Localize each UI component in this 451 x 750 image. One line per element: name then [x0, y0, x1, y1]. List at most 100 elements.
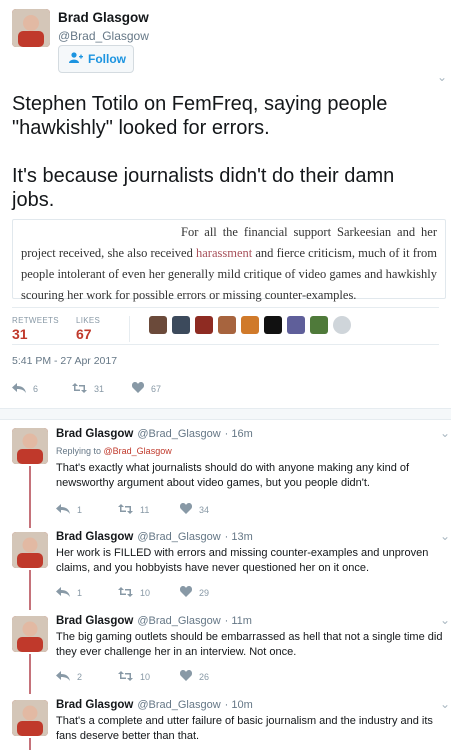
retweets-count[interactable]: 31 [12, 326, 28, 342]
reply-time[interactable]: · 13m [225, 531, 253, 543]
heart-icon [179, 670, 193, 683]
reply-actions: 1 10 29 [56, 586, 242, 599]
tweet-actions: 6 31 67 [12, 382, 192, 395]
quoted-article-image[interactable]: For all the financial support Sarkeesian… [12, 219, 446, 302]
reply-chevron-down-icon[interactable]: ⌄ [440, 613, 450, 627]
retweet-icon [118, 670, 133, 683]
reply-button[interactable]: 1 [56, 586, 118, 599]
liker-avatar[interactable] [149, 316, 167, 334]
reply-author-handle[interactable]: @Brad_Glasgow [137, 699, 220, 711]
tweet-timestamp[interactable]: 5:41 PM - 27 Apr 2017 [12, 355, 117, 367]
liker-avatar[interactable] [333, 316, 351, 334]
like-button[interactable]: 26 [179, 670, 242, 683]
reply-count: 1 [77, 587, 83, 598]
retweet-button[interactable]: 10 [118, 670, 180, 683]
quote-highlight: harassment [196, 246, 253, 260]
likes-label: LIKES [76, 316, 101, 325]
like-button[interactable]: 67 [131, 382, 192, 395]
liker-avatar[interactable] [241, 316, 259, 334]
reply-text-line: fans deserve better than that. [56, 730, 200, 742]
heart-icon [179, 586, 193, 599]
reply-count: 2 [77, 671, 83, 682]
reply-avatar[interactable] [12, 532, 48, 568]
more-chevron-down-icon[interactable]: ⌄ [437, 70, 447, 84]
reply-chevron-down-icon[interactable]: ⌄ [440, 529, 450, 543]
reply-text-line: That's a complete and utter failure of b… [56, 715, 433, 727]
tweet-text-line: "hawkishly" looked for errors. [12, 117, 270, 139]
follow-label: Follow [88, 52, 126, 66]
retweet-button[interactable]: 10 [118, 586, 180, 599]
reply-actions: 1 11 34 [56, 503, 242, 516]
reply-icon [56, 503, 70, 516]
reply-actions: 2 10 26 [56, 670, 242, 683]
liker-avatar[interactable] [172, 316, 190, 334]
thread-connector [29, 654, 31, 694]
thread-connector [29, 738, 31, 750]
reply-text-line: That's exactly what journalists should d… [56, 462, 410, 474]
like-button[interactable]: 29 [179, 586, 242, 599]
reply-author-name[interactable]: Brad Glasgow [56, 699, 133, 711]
reply-button[interactable]: 2 [56, 670, 118, 683]
like-count: 29 [199, 587, 210, 598]
like-count: 67 [151, 383, 162, 394]
retweet-count: 31 [94, 383, 105, 394]
reply-text-line: Her work is FILLED with errors and missi… [56, 547, 429, 559]
follow-button[interactable]: Follow [58, 45, 134, 73]
section-separator [0, 408, 451, 420]
like-count: 34 [199, 504, 210, 515]
liker-avatar[interactable] [264, 316, 282, 334]
like-button[interactable]: 34 [179, 503, 242, 516]
retweet-button[interactable]: 11 [118, 503, 180, 516]
reply-time[interactable]: · 10m [225, 699, 253, 711]
liker-avatar[interactable] [195, 316, 213, 334]
reply-header: Brad Glasgow @Brad_Glasgow · 13m [56, 531, 253, 543]
author-handle[interactable]: @Brad_Glasgow [58, 29, 149, 43]
liker-avatar[interactable] [218, 316, 236, 334]
reply-icon [12, 382, 26, 395]
reply-time[interactable]: · 11m [225, 615, 252, 627]
reply-chevron-down-icon[interactable]: ⌄ [440, 697, 450, 711]
retweet-count: 11 [140, 504, 150, 515]
reply-count: 1 [77, 504, 83, 515]
author-avatar[interactable] [12, 9, 50, 47]
reply-time[interactable]: · 16m [225, 428, 253, 440]
tweet-text-line: It's because journalists didn't do their… [12, 165, 395, 187]
reply-text-line: claims, and you hobbyists have never que… [56, 562, 370, 574]
reply-button[interactable]: 6 [12, 382, 72, 395]
replying-to: Replying to @Brad_Glasgow [56, 446, 172, 456]
retweet-icon [72, 382, 87, 395]
author-name[interactable]: Brad Glasgow [58, 10, 149, 25]
liker-avatar[interactable] [287, 316, 305, 334]
retweet-icon [118, 586, 133, 599]
divider [129, 316, 130, 342]
like-count: 26 [199, 671, 210, 682]
heart-icon [131, 382, 145, 395]
retweet-count: 10 [140, 587, 151, 598]
reply-author-name[interactable]: Brad Glasgow [56, 531, 133, 543]
reply-author-handle[interactable]: @Brad_Glasgow [137, 428, 220, 440]
reply-header: Brad Glasgow @Brad_Glasgow · 11m [56, 615, 252, 627]
retweet-button[interactable]: 31 [72, 382, 132, 395]
reply-author-handle[interactable]: @Brad_Glasgow [137, 531, 220, 543]
reply-icon [56, 586, 70, 599]
reply-button[interactable]: 1 [56, 503, 118, 516]
reply-avatar[interactable] [12, 700, 48, 736]
likes-count[interactable]: 67 [76, 326, 92, 342]
reply-icon [56, 670, 70, 683]
reply-avatar[interactable] [12, 428, 48, 464]
reply-chevron-down-icon[interactable]: ⌄ [440, 426, 450, 440]
reply-avatar[interactable] [12, 616, 48, 652]
replying-to-handle[interactable]: @Brad_Glasgow [104, 446, 172, 456]
reply-author-name[interactable]: Brad Glasgow [56, 428, 133, 440]
liker-avatar[interactable] [310, 316, 328, 334]
reply-author-handle[interactable]: @Brad_Glasgow [137, 615, 220, 627]
retweets-label: RETWEETS [12, 316, 59, 325]
reply-author-name[interactable]: Brad Glasgow [56, 615, 133, 627]
tweet-text-line: jobs. [12, 189, 55, 211]
divider [12, 344, 439, 345]
reply-header: Brad Glasgow @Brad_Glasgow · 10m [56, 699, 253, 711]
reply-count: 6 [33, 383, 39, 394]
divider [12, 307, 439, 308]
retweet-count: 10 [140, 671, 151, 682]
reply-text-line: newsworthy argument about video games, b… [56, 477, 370, 489]
